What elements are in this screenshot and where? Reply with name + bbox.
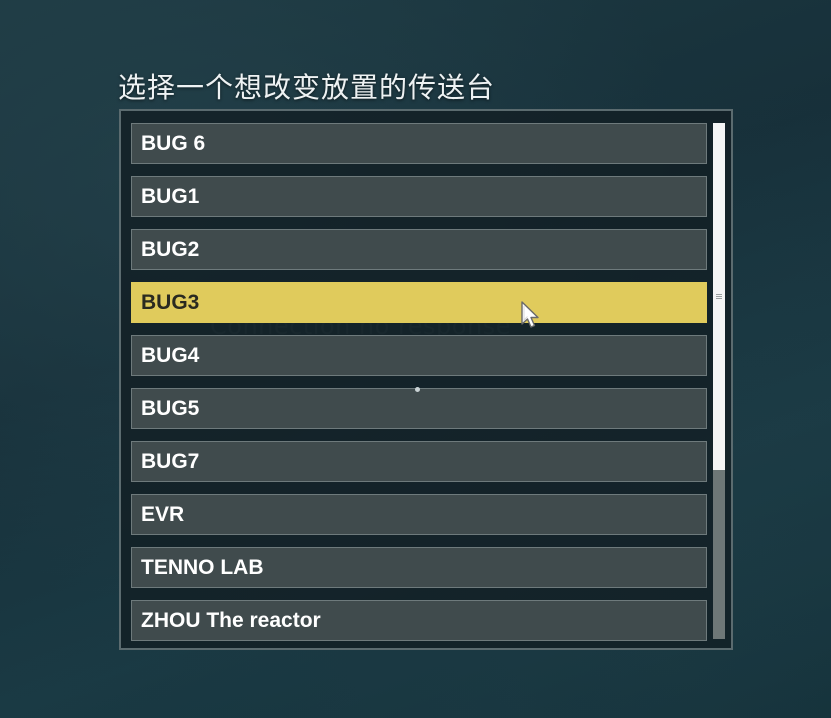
list-item-label: BUG5 [141,397,200,420]
list-item-label: BUG1 [141,185,200,208]
list-item[interactable]: TENNO LAB [131,547,707,588]
list-item[interactable]: BUG2 [131,229,707,270]
scrollbar-thumb[interactable] [713,123,725,470]
teleporter-list-panel: BUG 6 BUG1 BUG2 BUG3 BUG4 BUG5 BUG7 EVR … [119,109,733,650]
list-item-selected[interactable]: BUG3 [131,282,707,323]
crosshair-dot-icon [415,387,420,392]
list-item-label: ZHOU The reactor [141,609,321,632]
list-item[interactable]: ZHOU The reactor [131,600,707,641]
list-item[interactable]: BUG 6 [131,123,707,164]
dialog-title: 选择一个想改变放置的传送台 [118,71,496,104]
list-item-label: BUG7 [141,450,200,473]
scrollbar-grip-icon [716,294,722,299]
list-item-label: EVR [141,503,185,526]
list-item-label: BUG2 [141,238,200,261]
list-item-label: BUG4 [141,344,200,367]
list-item[interactable]: BUG5 [131,388,707,429]
list-scrollbar[interactable] [713,123,725,639]
list-item[interactable]: EVR [131,494,707,535]
list-item-label: TENNO LAB [141,556,264,579]
list-item[interactable]: BUG7 [131,441,707,482]
list-item-label: BUG3 [141,291,200,314]
list-item[interactable]: BUG4 [131,335,707,376]
mouse-pointer-icon [521,301,539,328]
list-item-label: BUG 6 [141,132,206,155]
list-item[interactable]: BUG1 [131,176,707,217]
